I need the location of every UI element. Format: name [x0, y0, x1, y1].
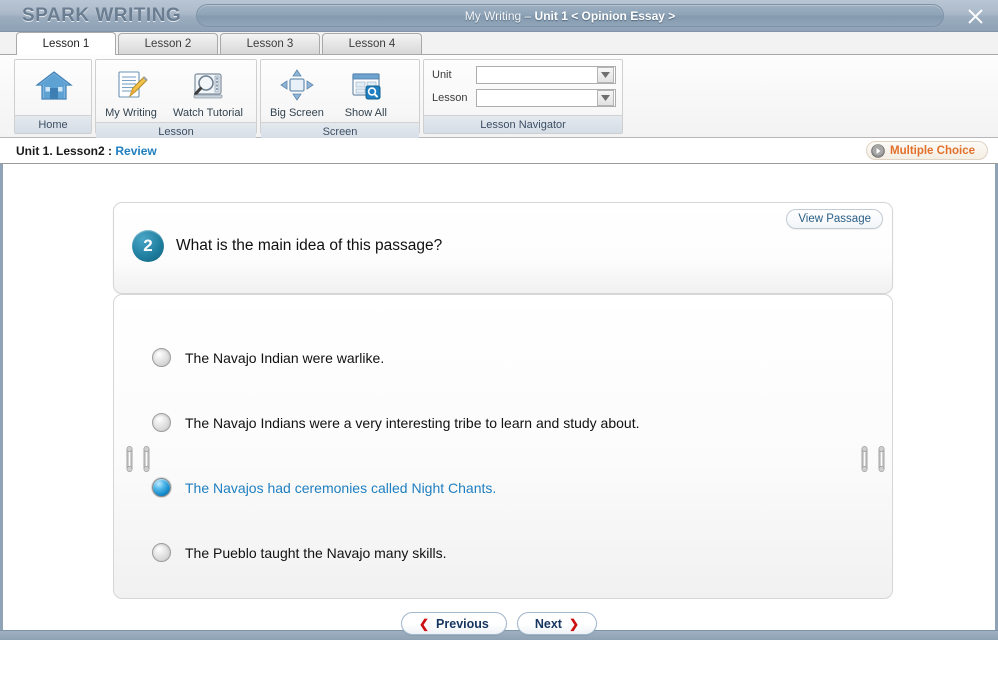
ribbon-group-lesson-navigator: Unit Lesson Lesson Navigator — [423, 59, 623, 134]
radio-button-selected-icon[interactable] — [152, 478, 171, 497]
command-caption: Watch Tutorial — [173, 107, 243, 119]
command-caption: My Writing — [105, 107, 157, 119]
next-button-label: Next — [534, 616, 562, 631]
tab-label: Lesson 4 — [348, 38, 396, 50]
view-passage-label: View Passage — [798, 213, 871, 225]
tab-label: Lesson 2 — [144, 38, 192, 50]
ribbon-group-label-home: Home — [15, 115, 91, 133]
view-passage-button[interactable]: View Passage — [786, 209, 883, 229]
command-caption: Big Screen — [270, 107, 324, 119]
binding-ring-icon — [861, 446, 868, 472]
title-prefix: My Writing — [464, 8, 522, 23]
answer-option-label: The Navajos had ceremonies called Night … — [185, 479, 497, 496]
ribbon-group-lesson: My Writing Watch Tutorial Lesson — [95, 59, 257, 140]
previous-button[interactable]: ❮ Previous — [400, 612, 507, 635]
show-all-button[interactable]: Show All — [333, 63, 399, 122]
question-row: 2 What is the main idea of this passage? — [132, 230, 442, 262]
application-window: SPARK WRITING My Writing – Unit 1 < Opin… — [0, 0, 998, 683]
resize-arrows-icon — [280, 67, 314, 105]
ribbon-group-home: Home — [14, 59, 92, 134]
spiral-binding-right — [858, 446, 888, 472]
chevron-right-icon: ❯ — [568, 616, 580, 631]
lesson-tab-strip: Lesson 1 Lesson 2 Lesson 3 Lesson 4 — [0, 32, 998, 55]
chevron-down-icon — [597, 90, 614, 106]
unit-selector-row: Unit — [432, 66, 616, 84]
tab-lesson-1[interactable]: Lesson 1 — [16, 32, 116, 55]
question-number-badge: 2 — [132, 230, 164, 262]
binding-ring-icon — [143, 446, 150, 472]
unit-label: Unit — [432, 69, 452, 81]
title-bar: SPARK WRITING My Writing – Unit 1 < Opin… — [0, 0, 998, 32]
tab-label: Lesson 3 — [246, 38, 294, 50]
close-icon — [967, 8, 983, 24]
tab-label: Lesson 1 — [42, 37, 90, 50]
answer-option-2[interactable]: The Navajo Indians were a very interesti… — [114, 390, 892, 455]
radio-button-icon[interactable] — [152, 543, 171, 562]
home-button[interactable] — [17, 63, 91, 108]
tab-lesson-4[interactable]: Lesson 4 — [322, 33, 422, 54]
answer-option-label: The Navajo Indians were a very interesti… — [185, 414, 640, 431]
binding-ring-icon — [126, 446, 133, 472]
ribbon-group-body: My Writing Watch Tutorial — [96, 60, 256, 122]
ribbon-group-body: Big Screen Show All — [261, 60, 419, 122]
answer-option-1[interactable]: The Navajo Indian were warlike. — [114, 325, 892, 390]
ribbon-group-body — [15, 60, 91, 115]
window-title: My Writing – Unit 1 < Opinion Essay > — [465, 9, 676, 23]
spiral-binding-left — [123, 446, 153, 472]
answer-option-4[interactable]: The Pueblo taught the Navajo many skills… — [114, 520, 892, 585]
page-title: What is the main idea of this passage? — [176, 237, 443, 254]
answer-option-label: The Navajo Indian were warlike. — [185, 349, 385, 366]
big-screen-button[interactable]: Big Screen — [263, 63, 331, 122]
lesson-label: Lesson — [432, 92, 468, 104]
window-search-icon — [349, 67, 383, 105]
ribbon-toolbar: Home My Writing Watch Tutorial Lesson Bi… — [0, 55, 998, 140]
lesson-selector-row: Lesson — [432, 89, 616, 107]
app-brand-logo: SPARK WRITING — [22, 4, 182, 26]
answer-options-panel: The Navajo Indian were warlike. The Nava… — [113, 294, 893, 599]
answer-option-3[interactable]: The Navajos had ceremonies called Night … — [114, 455, 892, 520]
tab-lesson-3[interactable]: Lesson 3 — [220, 33, 320, 54]
window-title-pill: My Writing – Unit 1 < Opinion Essay > — [196, 4, 944, 27]
ribbon-group-screen: Big Screen Show All Screen — [260, 59, 420, 140]
lesson-navigator-body: Unit Lesson — [424, 60, 622, 115]
my-writing-button[interactable]: My Writing — [98, 63, 164, 122]
chevron-down-icon — [597, 67, 614, 83]
binding-ring-icon — [878, 446, 885, 472]
next-button[interactable]: Next ❯ — [516, 612, 598, 635]
title-main: Unit 1 < Opinion Essay > — [534, 8, 676, 23]
content-stage: View Passage 2 What is the main idea of … — [0, 164, 998, 635]
status-badge-label: Multiple Choice — [890, 144, 975, 157]
tab-lesson-2[interactable]: Lesson 2 — [118, 33, 218, 54]
unit-select[interactable] — [476, 66, 616, 84]
breadcrumb-path: Unit 1. Lesson2 : — [16, 143, 116, 158]
command-caption: Show All — [344, 107, 387, 119]
answer-option-label: The Pueblo taught the Navajo many skills… — [185, 544, 447, 561]
previous-button-label: Previous — [436, 616, 489, 631]
navigation-buttons: ❮ Previous Next ❯ — [3, 612, 995, 635]
breadcrumb: Unit 1. Lesson2 : Review — [16, 144, 157, 158]
breadcrumb-bar: Unit 1. Lesson2 : Review Multiple Choice — [0, 138, 998, 164]
radio-button-icon[interactable] — [152, 348, 171, 367]
house-icon — [35, 67, 73, 105]
status-badge[interactable]: Multiple Choice — [866, 141, 988, 160]
document-pencil-icon — [114, 67, 148, 105]
question-card: View Passage 2 What is the main idea of … — [113, 202, 893, 294]
arrow-circle-right-icon — [871, 143, 885, 158]
close-button[interactable] — [960, 2, 990, 30]
watch-tutorial-button[interactable]: Watch Tutorial — [166, 63, 250, 122]
chevron-left-icon: ❮ — [418, 616, 430, 631]
title-separator: – — [524, 8, 532, 23]
breadcrumb-current: Review — [115, 143, 157, 158]
video-magnifier-icon — [191, 67, 225, 105]
ribbon-group-label-navigator: Lesson Navigator — [424, 115, 622, 133]
lesson-select[interactable] — [476, 89, 616, 107]
radio-button-icon[interactable] — [152, 413, 171, 432]
